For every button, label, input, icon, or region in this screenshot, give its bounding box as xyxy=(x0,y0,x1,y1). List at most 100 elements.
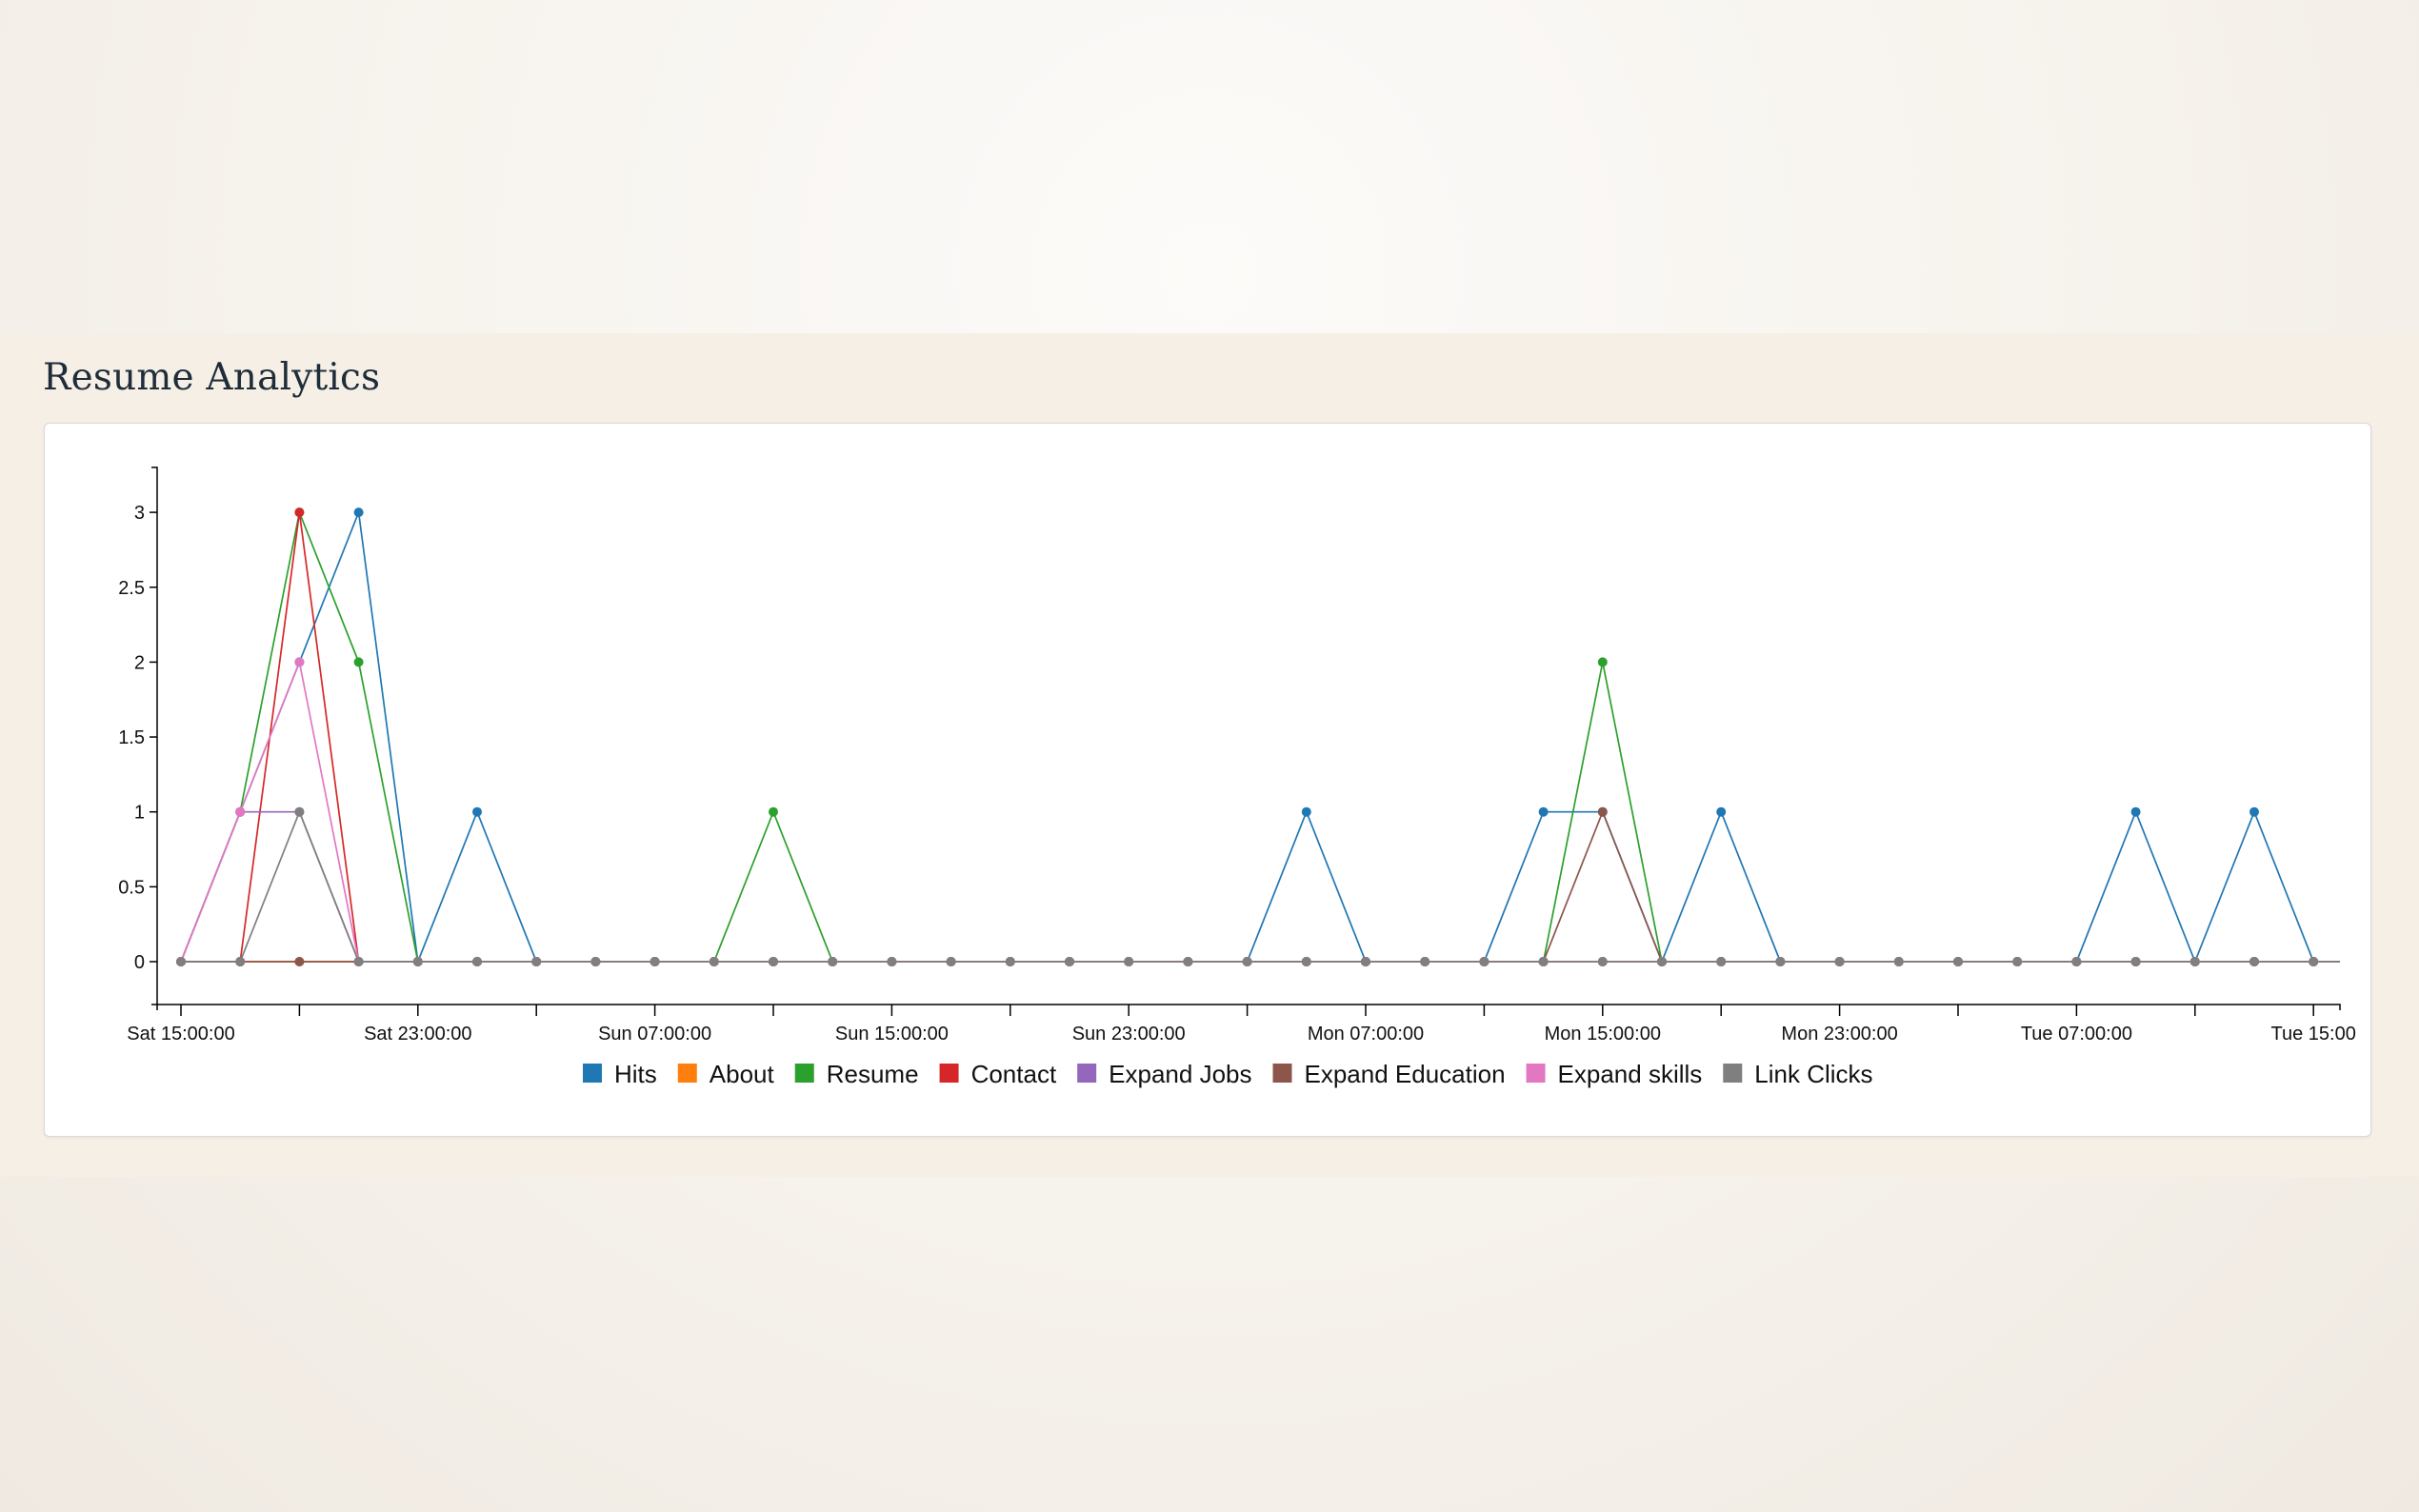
x-tick-label: Sun 07:00:00 xyxy=(598,1024,711,1044)
data-point-link-clicks xyxy=(353,957,364,966)
series-expand-education xyxy=(176,806,2370,966)
series-hits xyxy=(176,507,2370,966)
legend-label-about: About xyxy=(710,1060,775,1088)
axes: 0 0.5 1 1.5 2 2.5 3 Sat 15:00:00 Sat 23:00:00 Sun… xyxy=(118,467,2356,1044)
y-axis-line xyxy=(151,467,158,1005)
plot-area xyxy=(176,507,2370,966)
chart-panel: 0 0.5 1 1.5 2 2.5 3 Sat 15:00:00 Sat 23:00:00 Sun… xyxy=(44,423,2371,1137)
data-point-link-clicks xyxy=(2012,957,2023,966)
data-point-link-clicks xyxy=(1124,957,1134,966)
legend-item-expand-jobs: Expand Jobs xyxy=(1077,1060,1252,1088)
data-point-link-clicks xyxy=(946,957,956,966)
data-point-link-clicks xyxy=(235,957,246,966)
data-point-link-clicks xyxy=(1834,957,1845,966)
series-line-hits xyxy=(180,508,2340,965)
data-point-link-clicks xyxy=(531,957,542,966)
data-point-link-clicks xyxy=(1775,957,1786,966)
data-point-expand-skills xyxy=(235,806,246,817)
y-tick-label: 2 xyxy=(134,652,145,673)
series-link-clicks xyxy=(176,806,2340,966)
legend-item-about: About xyxy=(677,1060,775,1088)
legend-label-link-clicks: Link Clicks xyxy=(1754,1060,1872,1088)
data-point-resume xyxy=(1597,657,1608,667)
series-line-link-clicks xyxy=(181,809,2340,963)
page-title: Resume Analytics xyxy=(43,356,381,399)
data-point-link-clicks xyxy=(1479,957,1489,966)
data-point-link-clicks xyxy=(590,957,601,966)
series-expand-skills xyxy=(176,657,2370,966)
data-point-hits xyxy=(472,806,482,817)
legend-label-expand-skills: Expand skills xyxy=(1558,1060,1703,1088)
legend-item-resume: Resume xyxy=(794,1060,919,1088)
data-point-hits xyxy=(353,507,364,518)
legend-swatch-expand-skills xyxy=(1526,1064,1546,1083)
data-point-expand-education xyxy=(294,957,305,966)
data-point-expand-jobs xyxy=(2368,957,2370,966)
data-point-link-clicks xyxy=(769,957,778,966)
legend-swatch-contact xyxy=(939,1064,959,1083)
x-tick-label: Sun 23:00:00 xyxy=(1072,1024,1186,1044)
data-point-contact xyxy=(294,507,305,518)
series-line-expand-skills xyxy=(180,659,2340,963)
data-point-link-clicks xyxy=(709,957,719,966)
x-tick-label: Sat 23:00:00 xyxy=(364,1024,471,1044)
data-point-resume xyxy=(353,657,364,667)
legend-swatch-expand-jobs xyxy=(1077,1064,1097,1083)
data-point-link-clicks xyxy=(1657,957,1667,966)
data-point-link-clicks xyxy=(2189,957,2200,966)
x-tick-label: Mon 15:00:00 xyxy=(1545,1024,1661,1044)
x-tick-label: Mon 07:00:00 xyxy=(1308,1024,1424,1044)
data-point-expand-skills xyxy=(2368,957,2370,966)
legend-swatch-about xyxy=(677,1064,697,1083)
y-tick-label: 0 xyxy=(134,952,145,973)
legend-label-expand-jobs: Expand Jobs xyxy=(1109,1060,1251,1088)
data-point-hits xyxy=(1716,806,1727,817)
data-point-link-clicks xyxy=(1716,957,1727,966)
data-point-link-clicks xyxy=(1242,957,1252,966)
legend-label-hits: Hits xyxy=(614,1060,657,1088)
x-tick-label: Sat 15:00:00 xyxy=(127,1024,234,1044)
legend-item-hits: Hits xyxy=(583,1060,657,1088)
data-point-about xyxy=(2368,957,2370,966)
data-point-contact xyxy=(2368,957,2370,966)
data-point-link-clicks xyxy=(1301,957,1311,966)
series-line-expand-jobs xyxy=(180,810,2340,963)
data-point-link-clicks xyxy=(1538,957,1549,966)
data-point-expand-education xyxy=(2368,957,2370,966)
y-tick-label: 0.5 xyxy=(118,877,145,898)
data-point-link-clicks xyxy=(887,957,897,966)
data-point-hits xyxy=(2368,957,2370,966)
data-point-link-clicks xyxy=(472,957,482,966)
data-point-hits xyxy=(1538,806,1549,817)
legend-label-expand-education: Expand Education xyxy=(1305,1060,1506,1088)
data-point-link-clicks xyxy=(2309,957,2319,966)
legend-swatch-link-clicks xyxy=(1723,1064,1743,1083)
data-point-link-clicks xyxy=(1420,957,1430,966)
data-point-link-clicks xyxy=(1183,957,1193,966)
legend-item-contact: Contact xyxy=(939,1060,1057,1088)
data-point-link-clicks xyxy=(176,957,186,966)
y-tick-label: 1 xyxy=(134,803,145,824)
data-point-link-clicks xyxy=(2130,957,2141,966)
data-point-link-clicks xyxy=(1953,957,1963,966)
legend-swatch-hits xyxy=(583,1064,602,1083)
legend: Hits About Resume Contact Expand Jobs Expand … xyxy=(583,1060,1873,1088)
data-point-link-clicks xyxy=(1361,957,1370,966)
data-point-resume xyxy=(769,806,778,817)
series-expand-jobs xyxy=(176,806,2370,966)
x-tick-label: Tue 07:00:00 xyxy=(2021,1024,2132,1044)
data-point-hits xyxy=(1301,806,1311,817)
data-point-link-clicks xyxy=(294,806,305,817)
data-point-link-clicks xyxy=(412,957,423,966)
data-point-link-clicks xyxy=(828,957,838,966)
y-tick-label: 2.5 xyxy=(118,578,145,599)
data-point-hits xyxy=(2249,806,2259,817)
data-point-link-clicks xyxy=(2249,957,2259,966)
data-point-link-clicks xyxy=(650,957,660,966)
line-chart: 0 0.5 1 1.5 2 2.5 3 Sat 15:00:00 Sat 23:00:00 Sun… xyxy=(118,467,2370,1088)
x-tick-label: Tue 15:00 xyxy=(2271,1024,2356,1044)
series-line-expand-education xyxy=(181,809,2340,963)
legend-label-resume: Resume xyxy=(827,1060,919,1088)
data-point-hits xyxy=(2130,806,2141,817)
data-point-link-clicks xyxy=(1065,957,1074,966)
